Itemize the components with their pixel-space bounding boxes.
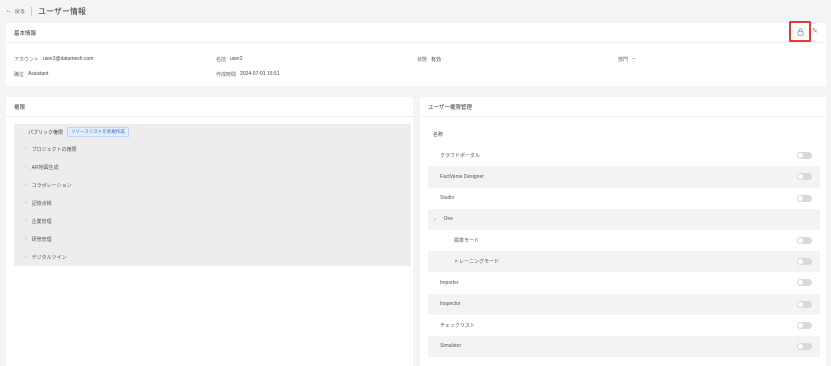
app-permission-row: Importer [428, 272, 820, 293]
app-label: Inspector [440, 301, 461, 308]
permissions-list: パブリック権限 リソースリストを新規作成 › プロジェクトの権限 › AR地図生… [14, 124, 411, 266]
app-permission-row: FactVerse Designer [428, 166, 820, 188]
app-permission-row: チェックリスト [428, 315, 820, 336]
app-permission-row: クラウドポータル [428, 145, 820, 166]
position-value: Assistant [28, 71, 49, 77]
lock-icon [797, 28, 803, 36]
back-label: 戻る [15, 8, 26, 15]
permission-item[interactable]: › プロジェクトの権限 [14, 140, 411, 158]
app-label: Studio [440, 195, 455, 202]
name-column-header: 名称 [428, 124, 820, 145]
basic-info-title: 基本情報 [6, 23, 826, 43]
permission-toggle[interactable] [797, 279, 812, 287]
created-label: 作成時間 [216, 72, 237, 78]
permission-toggle[interactable] [797, 342, 812, 350]
permission-toggle[interactable] [797, 321, 812, 329]
position-field: 職位 Assistant [14, 71, 48, 78]
basic-info-card: 基本情報 アカウント user3@datamesh.com 名前 user2 状… [6, 23, 826, 86]
chevron-right-icon: › [25, 200, 27, 206]
app-label: FactVerse Designer [440, 173, 484, 180]
position-label: 職位 [14, 72, 25, 78]
permission-toggle[interactable] [797, 173, 812, 181]
app-permission-row: Studio [428, 188, 820, 209]
permission-toggle[interactable] [797, 152, 812, 160]
app-label: チェックリスト [440, 322, 476, 329]
app-permission-row: Inspector [428, 293, 820, 315]
permission-item-label: 研修管理 [31, 236, 52, 243]
permission-toggle[interactable] [797, 237, 812, 245]
chevron-right-icon: › [25, 218, 27, 224]
account-label: アカウント [14, 57, 40, 63]
status-label: 状態 [417, 57, 428, 63]
created-field: 作成時間 2024-07-01 15:51 [216, 71, 280, 78]
name-field: 名前 user2 [216, 56, 243, 63]
pencil-icon: ✎ [812, 28, 818, 35]
status-field: 状態 有効 [417, 56, 441, 63]
app-permission-row: 標準モード [428, 230, 820, 251]
name-label: 名前 [216, 57, 227, 63]
app-label: Simulator [440, 343, 462, 350]
user-permission-list: 名称 クラウドポータル FactVerse Designer Studio ⌄ … [428, 124, 820, 358]
name-header-label: 名称 [433, 132, 444, 139]
top-bar: ← 戻る ユーザー情報 [0, 0, 831, 22]
create-resource-list-button[interactable]: リソースリストを新規作成 [67, 127, 129, 137]
account-field: アカウント user3@datamesh.com [14, 56, 93, 63]
permission-item[interactable]: › デジタルツイン [14, 248, 411, 266]
page-title: ユーザー情報 [38, 6, 86, 16]
chevron-right-icon: › [25, 164, 27, 170]
lock-button[interactable] [789, 21, 811, 42]
permissions-title: 権限 [6, 97, 413, 117]
permission-item[interactable]: › コラボレーション [14, 176, 411, 194]
app-permission-row: Simulator [428, 335, 820, 358]
permissions-card: 権限 パブリック権限 リソースリストを新規作成 › プロジェクトの権限 › AR… [6, 97, 413, 366]
permission-item-label: 記憶点検 [31, 200, 52, 207]
chevron-down-icon: ⌄ [433, 216, 438, 223]
name-value: user2 [230, 56, 243, 62]
permission-item[interactable]: › 企業管理 [14, 212, 411, 230]
permission-item-label: プロジェクトの権限 [31, 146, 77, 153]
chevron-right-icon: › [25, 254, 27, 260]
app-label: Importer [440, 279, 459, 286]
dept-field: 部門 -- [618, 56, 635, 63]
permission-item-label: AR地図生成 [31, 164, 59, 171]
account-value: user3@datamesh.com [43, 56, 94, 62]
app-label: One [443, 216, 454, 223]
public-permission-label: パブリック権限 [28, 129, 64, 136]
arrow-left-icon: ← [6, 8, 12, 14]
dept-label: 部門 [618, 57, 629, 63]
app-label: トレーニングモード [454, 259, 500, 266]
permission-item[interactable]: › 記憶点検 [14, 194, 411, 212]
permission-item[interactable]: › 研修管理 [14, 230, 411, 248]
app-permission-row: トレーニングモード [428, 251, 820, 273]
app-label: クラウドポータル [440, 153, 481, 160]
created-value: 2024-07-01 15:51 [240, 71, 280, 77]
permission-toggle[interactable] [797, 258, 812, 266]
permission-toggle[interactable] [797, 194, 812, 202]
user-permission-title: ユーザー権限管理 [420, 97, 826, 117]
edit-button[interactable]: ✎ [812, 27, 818, 35]
permission-item[interactable]: › AR地図生成 [14, 158, 411, 176]
chevron-right-icon: › [25, 236, 27, 242]
public-permission-row: パブリック権限 リソースリストを新規作成 [14, 124, 411, 140]
chevron-right-icon: › [25, 182, 27, 188]
permission-item-label: デジタルツイン [31, 254, 67, 261]
status-value: 有効 [431, 57, 442, 63]
user-permission-card: ユーザー権限管理 名称 クラウドポータル FactVerse Designer … [420, 97, 826, 366]
back-button[interactable]: ← 戻る [6, 8, 25, 15]
chevron-right-icon: › [25, 146, 27, 152]
dept-value: -- [632, 56, 636, 62]
permission-item-label: 企業管理 [31, 218, 52, 225]
divider [31, 6, 33, 16]
app-permission-group[interactable]: ⌄ One [428, 208, 820, 230]
app-label: 標準モード [454, 238, 480, 245]
permission-item-label: コラボレーション [31, 182, 72, 189]
permission-toggle[interactable] [797, 300, 812, 308]
